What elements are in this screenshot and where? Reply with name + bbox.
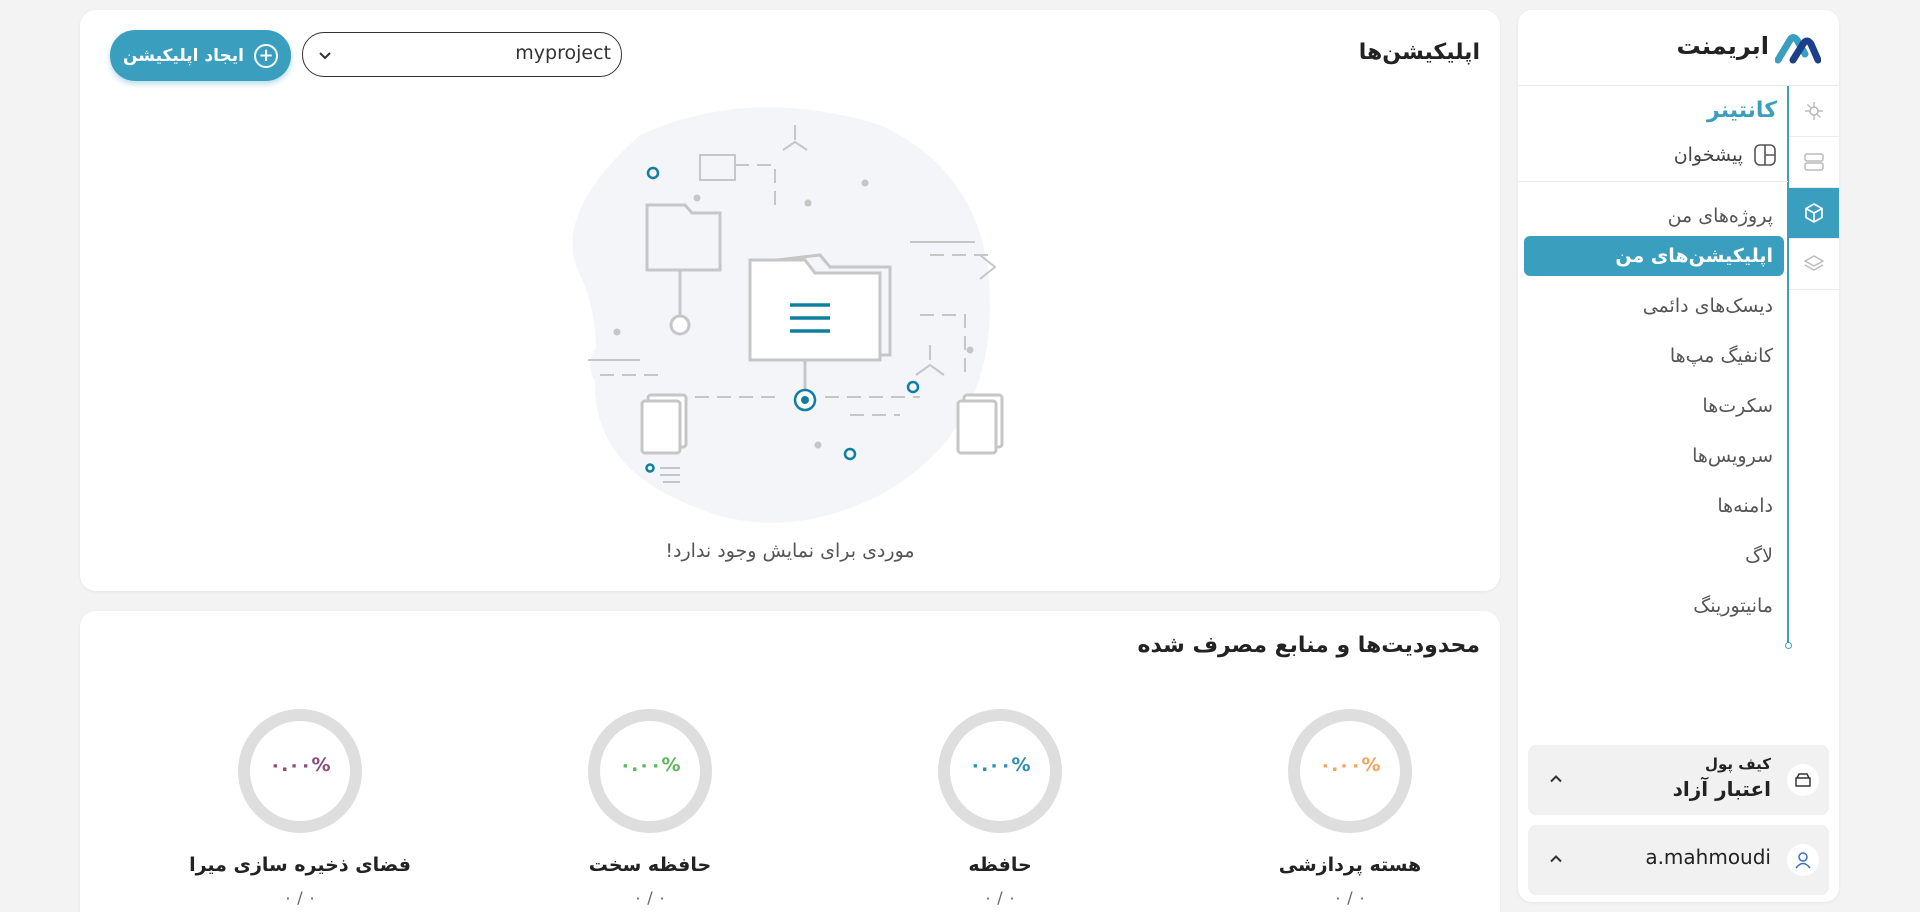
dashboard-icon <box>1754 144 1776 166</box>
chevron-up-icon[interactable] <box>1546 769 1566 789</box>
project-select-value: myproject <box>515 42 611 64</box>
nav-tree-line <box>1787 86 1789 646</box>
nav-dashboard-label: پیشخوان <box>1673 144 1743 166</box>
wallet-card[interactable]: کیف پول اعتبار آزاد <box>1528 745 1829 815</box>
brand-header: ابریمنت <box>1518 10 1839 86</box>
empty-state-illustration <box>572 107 1004 523</box>
gauge-cpu-label: هسته پردازشی <box>1278 854 1422 876</box>
gauge-disk: ۰.۰۰% حافظه سخت ۰ / ۰ <box>520 706 780 907</box>
rail-server-icon[interactable] <box>1788 137 1839 188</box>
gauge-cpu-value: ۰ / ۰ <box>1333 888 1367 907</box>
create-application-label: ایجاد اپلیکیشن <box>123 45 245 66</box>
gauge-cpu: ۰.۰۰% هسته پردازشی ۰ / ۰ <box>1220 706 1480 907</box>
gauge-memory: ۰.۰۰% حافظه ۰ / ۰ <box>870 706 1130 907</box>
nav-tree-end-dot <box>1785 642 1792 649</box>
user-name: a.mahmoudi <box>1645 845 1771 869</box>
rail-container-icon[interactable] <box>1788 188 1839 239</box>
gauge-cpu-percent: ۰.۰۰% <box>1319 754 1381 776</box>
sidebar: ابریمنت کانتینر پیشخوان پروژه‌های من اپل… <box>1518 10 1839 902</box>
nav-divider <box>1518 181 1788 182</box>
icon-rail <box>1788 86 1839 301</box>
nav-item-logs[interactable]: لاگ <box>1524 536 1784 576</box>
empty-state-text: موردی برای نمایش وجود ندارد! <box>665 540 915 562</box>
create-application-button[interactable]: + ایجاد اپلیکیشن <box>110 30 291 81</box>
page-title: اپلیکیشن‌ها <box>1358 40 1480 65</box>
nav-item-services[interactable]: سرویس‌ها <box>1524 436 1784 476</box>
gauge-disk-label: حافظه سخت <box>588 854 712 876</box>
rail-layers-icon[interactable] <box>1788 239 1839 290</box>
wallet-value: اعتبار آزاد <box>1672 777 1771 801</box>
user-card[interactable]: a.mahmoudi <box>1528 825 1829 895</box>
project-select[interactable]: myproject <box>302 32 622 77</box>
limits-title: محدودیت‌ها و منابع مصرف شده <box>1137 633 1480 658</box>
brand-name[interactable]: ابریمنت <box>1677 32 1769 60</box>
wallet-icon <box>1787 764 1819 796</box>
gauge-memory-value: ۰ / ۰ <box>983 888 1017 907</box>
nav-section-title[interactable]: کانتینر <box>1707 98 1777 123</box>
nav-item-secrets[interactable]: سکرت‌ها <box>1524 386 1784 426</box>
gauge-memory-percent: ۰.۰۰% <box>969 754 1031 776</box>
rail-kubernetes-icon[interactable] <box>1788 86 1839 137</box>
gauge-ephemeral-storage: ۰.۰۰% فضای ذخیره سازی میرا ۰ / ۰ <box>170 706 430 907</box>
nav-dashboard[interactable]: پیشخوان <box>1674 143 1777 167</box>
nav-item-domains[interactable]: دامنه‌ها <box>1524 486 1784 526</box>
gauge-disk-percent: ۰.۰۰% <box>619 754 681 776</box>
gauge-memory-label: حافظه <box>968 854 1032 876</box>
resource-limits-panel: محدودیت‌ها و منابع مصرف شده ۰.۰۰% هسته پ… <box>80 611 1500 912</box>
gauge-ephemeral-storage-value: ۰ / ۰ <box>283 888 317 907</box>
plus-circle-icon: + <box>254 43 279 68</box>
nav-item-monitoring[interactable]: مانیتورینگ <box>1524 586 1784 626</box>
brand-logo-icon[interactable] <box>1775 32 1821 66</box>
applications-panel: اپلیکیشن‌ها myproject + ایجاد اپلیکیشن <box>80 10 1500 591</box>
nav-item-persistent-disks[interactable]: دیسک‌های دائمی <box>1524 286 1784 326</box>
gauge-ephemeral-storage-percent: ۰.۰۰% <box>269 754 331 776</box>
gauge-ephemeral-storage-label: فضای ذخیره سازی میرا <box>189 854 411 876</box>
nav-item-configmaps[interactable]: کانفیگ مپ‌ها <box>1524 336 1784 376</box>
user-icon <box>1787 844 1819 876</box>
nav-item-applications[interactable]: اپلیکیشن‌های من <box>1524 236 1784 276</box>
chevron-down-icon <box>319 52 331 60</box>
wallet-title: کیف پول <box>1705 755 1771 773</box>
chevron-up-icon[interactable] <box>1546 849 1566 869</box>
nav-item-projects[interactable]: پروژه‌های من <box>1524 196 1784 236</box>
gauge-disk-value: ۰ / ۰ <box>633 888 667 907</box>
